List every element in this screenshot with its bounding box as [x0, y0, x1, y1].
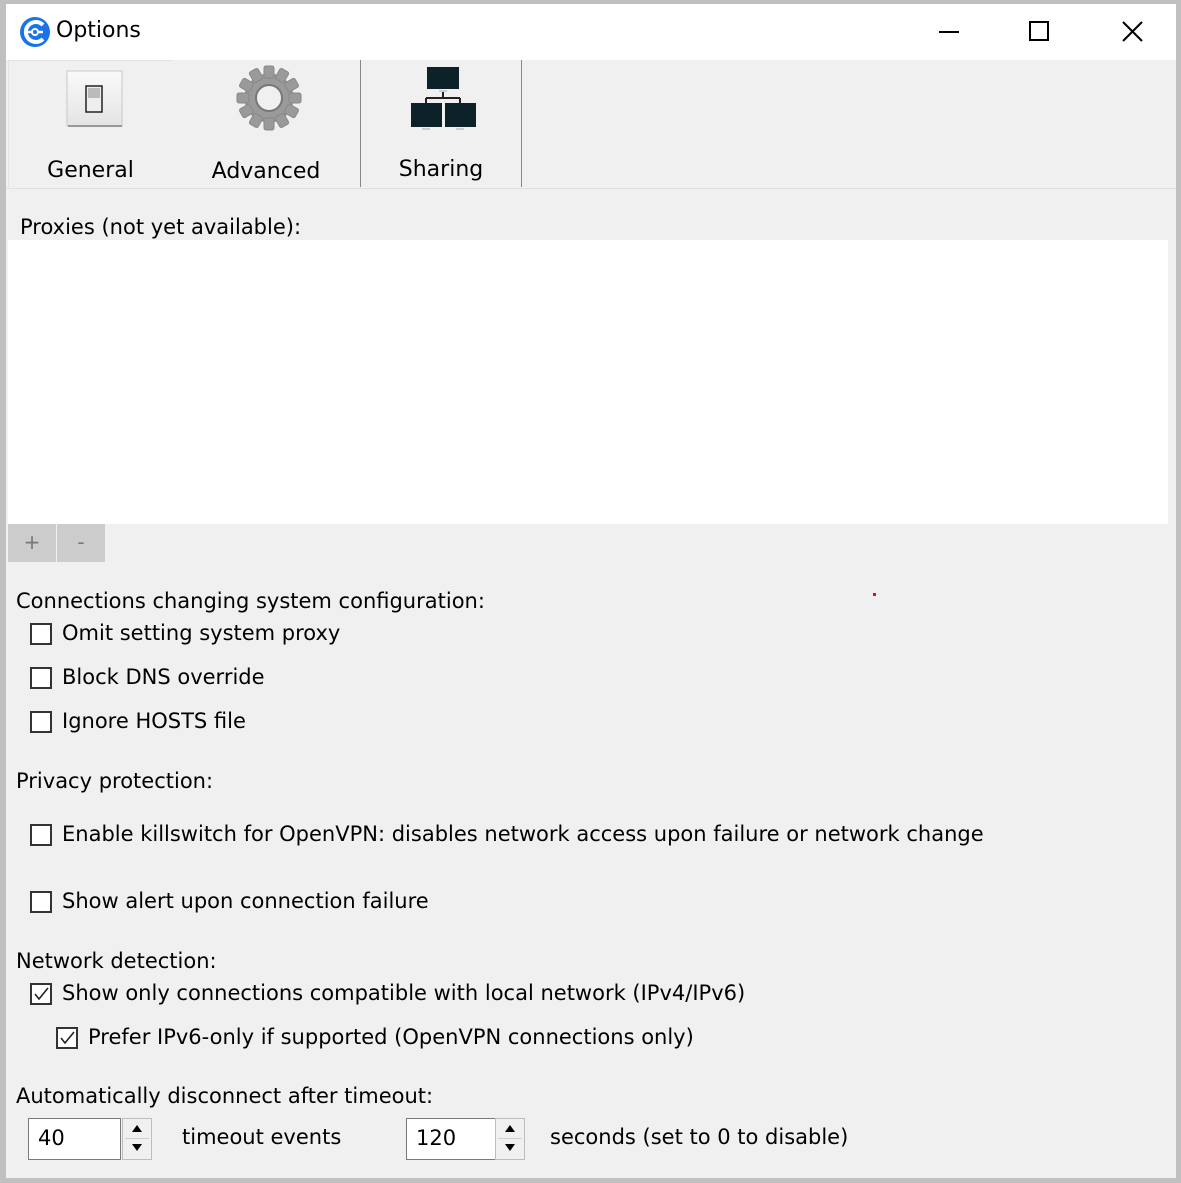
checkbox-box	[30, 983, 52, 1005]
proxies-label: Proxies (not yet available):	[20, 215, 302, 239]
checkbox-box	[30, 711, 52, 733]
checkbox-label: Show alert upon connection failure	[62, 889, 429, 913]
tab-divider	[6, 188, 1176, 189]
timeout-events-input[interactable]: 40	[28, 1118, 121, 1160]
proxy-list[interactable]	[8, 240, 1168, 524]
checkbox-box	[56, 1027, 78, 1049]
arrow-down-icon	[505, 1144, 515, 1151]
red-dot	[873, 593, 876, 596]
tab-bar: General Advanced Sharing	[6, 60, 1176, 190]
vpn-app-icon	[19, 16, 51, 48]
network-icon	[411, 66, 477, 136]
arrow-up-icon	[505, 1125, 515, 1132]
checkmark-icon	[34, 987, 49, 1001]
arrow-up-icon	[132, 1125, 142, 1132]
checkbox-box	[30, 623, 52, 645]
spinner-arrows	[122, 1118, 152, 1160]
remove-proxy-button[interactable]: -	[57, 524, 105, 562]
minimize-icon	[939, 31, 959, 33]
options-window: Options General Advanced Sharing Proxies…	[6, 4, 1176, 1178]
close-icon	[1122, 21, 1143, 42]
decrement-button[interactable]	[498, 1139, 522, 1157]
timeout-seconds-input[interactable]: 120	[406, 1118, 497, 1160]
checkbox-label: Enable killswitch for OpenVPN: disables …	[62, 822, 984, 846]
increment-button[interactable]	[498, 1120, 522, 1139]
window-title: Options	[56, 18, 141, 43]
increment-button[interactable]	[125, 1120, 149, 1139]
privacy-label: Privacy protection:	[16, 769, 214, 793]
close-button[interactable]	[1088, 4, 1178, 60]
maximize-button[interactable]	[995, 4, 1085, 60]
spinner-arrows	[495, 1118, 525, 1160]
switch-icon	[66, 70, 124, 132]
timeout-events-label: timeout events	[182, 1125, 342, 1149]
title-bar: Options	[6, 4, 1176, 60]
tab-advanced[interactable]: Advanced	[172, 60, 360, 190]
checkmark-icon	[60, 1031, 75, 1045]
checkbox-label: Prefer IPv6-only if supported (OpenVPN c…	[88, 1025, 694, 1049]
arrow-down-icon	[132, 1144, 142, 1151]
checkbox-label: Ignore HOSTS file	[62, 709, 246, 733]
tab-general[interactable]: General	[8, 60, 173, 187]
maximize-icon	[1029, 21, 1049, 41]
checkbox-label: Show only connections compatible with lo…	[62, 981, 746, 1005]
checkbox-box	[30, 824, 52, 846]
timeout-label: Automatically disconnect after timeout:	[16, 1084, 434, 1108]
minimize-button[interactable]	[905, 4, 995, 60]
checkbox-label: Block DNS override	[62, 665, 265, 689]
checkbox-box	[30, 667, 52, 689]
checkbox-label: Omit setting system proxy	[62, 621, 341, 645]
system-config-label: Connections changing system configuratio…	[16, 589, 485, 613]
tab-sharing[interactable]: Sharing	[360, 60, 522, 187]
timeout-seconds-label: seconds (set to 0 to disable)	[550, 1125, 849, 1149]
decrement-button[interactable]	[125, 1139, 149, 1157]
add-proxy-button[interactable]: +	[8, 524, 56, 562]
tab-general-label: General	[47, 158, 134, 183]
network-detection-label: Network detection:	[16, 949, 217, 973]
gear-icon	[236, 65, 302, 135]
tab-sharing-label: Sharing	[398, 157, 484, 182]
tab-advanced-label: Advanced	[211, 159, 321, 184]
checkbox-box	[30, 891, 52, 913]
